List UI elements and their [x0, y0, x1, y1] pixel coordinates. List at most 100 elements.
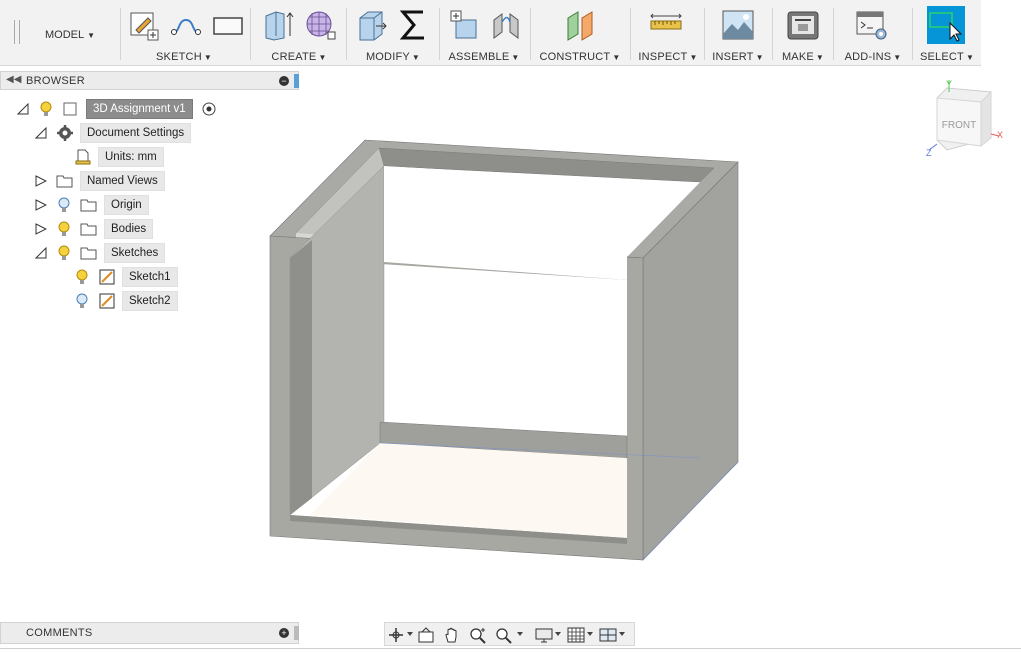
- measure-button[interactable]: [650, 8, 682, 42]
- tree-node-units[interactable]: Units: mm: [70, 147, 210, 167]
- chevron-down-icon[interactable]: [619, 632, 625, 636]
- select-menu[interactable]: SELECT ▼: [916, 51, 978, 63]
- tree-node-label[interactable]: Origin: [104, 195, 149, 215]
- construct-menu[interactable]: CONSTRUCT ▼: [536, 51, 624, 63]
- lightbulb-icon[interactable]: [40, 101, 52, 117]
- create-menu[interactable]: CREATE ▼: [256, 51, 342, 63]
- extrude-button[interactable]: [262, 8, 294, 42]
- insert-image-button[interactable]: [722, 8, 754, 42]
- addins-menu[interactable]: ADD-INS ▼: [838, 51, 908, 63]
- minus-icon[interactable]: −: [279, 76, 289, 86]
- lightbulb-icon[interactable]: [58, 221, 70, 237]
- inspect-menu[interactable]: INSPECT ▼: [636, 51, 700, 63]
- viewcube[interactable]: FRONT Y X Z: [925, 78, 1010, 160]
- form-button[interactable]: [304, 8, 336, 42]
- document-icon: [63, 102, 77, 116]
- chevron-down-icon[interactable]: [517, 632, 523, 636]
- tree-node-named-views[interactable]: Named Views: [32, 171, 232, 191]
- tree-node-root[interactable]: 3D Assignment v1: [14, 99, 254, 119]
- tree-node-sketch1[interactable]: Sketch1: [72, 267, 232, 287]
- workspace-label: MODEL: [45, 29, 85, 41]
- collapse-panel-icon[interactable]: ◀◀: [6, 74, 21, 85]
- lightbulb-off-icon[interactable]: [76, 293, 88, 309]
- collapsed-triangle-icon[interactable]: [35, 199, 47, 211]
- image-icon: [722, 10, 754, 40]
- tree-node-label[interactable]: Sketch1: [122, 267, 178, 287]
- sketch-menu[interactable]: SKETCH ▼: [122, 51, 246, 63]
- add-comment-icon[interactable]: +: [279, 628, 289, 638]
- 3d-print-button[interactable]: [787, 8, 819, 42]
- workspace-switcher[interactable]: MODEL ▼: [8, 0, 118, 65]
- lightbulb-icon[interactable]: [58, 245, 70, 261]
- expanded-triangle-icon[interactable]: [35, 127, 47, 139]
- x-axis-label: X: [997, 130, 1003, 140]
- tree-node-label[interactable]: Document Settings: [80, 123, 192, 143]
- pin-icon[interactable]: [294, 626, 299, 640]
- sketch-icon: [99, 293, 115, 309]
- activate-radio-icon[interactable]: [202, 101, 220, 117]
- tree-node-origin[interactable]: Origin: [32, 195, 232, 215]
- grid-icon: [567, 627, 585, 643]
- tree-node-sketch2[interactable]: Sketch2: [72, 291, 232, 311]
- modify-menu[interactable]: MODIFY ▼: [350, 51, 436, 63]
- status-divider: [0, 648, 1021, 649]
- joint-icon: [493, 13, 519, 39]
- lightbulb-off-icon[interactable]: [58, 197, 70, 213]
- viewports-icon: [599, 628, 617, 642]
- create-sketch-button[interactable]: [128, 8, 160, 42]
- insert-menu[interactable]: INSERT ▼: [708, 51, 768, 63]
- monitor-icon: [535, 628, 553, 643]
- new-component-button[interactable]: [448, 8, 480, 42]
- select-window-icon: [929, 12, 963, 42]
- chevron-down-icon[interactable]: [587, 632, 593, 636]
- tree-node-label[interactable]: Bodies: [104, 219, 154, 239]
- expanded-triangle-icon[interactable]: [35, 247, 47, 259]
- orbit-button[interactable]: [387, 626, 405, 644]
- tree-node-document-settings[interactable]: Document Settings: [32, 123, 232, 143]
- rectangle-sketch-button[interactable]: [212, 8, 244, 42]
- chevron-down-icon[interactable]: [555, 632, 561, 636]
- offset-plane-button[interactable]: [564, 8, 596, 42]
- browser-title: BROWSER: [26, 75, 85, 87]
- y-axis-label: Y: [946, 79, 952, 89]
- form-icon: [306, 11, 336, 40]
- display-settings-button[interactable]: [535, 626, 553, 644]
- line-sketch-button[interactable]: [170, 8, 202, 42]
- tree-node-label[interactable]: Units: mm: [98, 147, 164, 167]
- look-at-button[interactable]: [417, 626, 435, 644]
- gear-icon: [57, 125, 73, 141]
- zoom-button[interactable]: [469, 626, 487, 644]
- press-pull-button[interactable]: [356, 8, 388, 42]
- addins-group: ADD-INS ▼: [838, 0, 908, 65]
- make-menu[interactable]: MAKE ▼: [776, 51, 830, 63]
- collapsed-triangle-icon[interactable]: [35, 175, 47, 187]
- chevron-down-icon[interactable]: [407, 632, 413, 636]
- assemble-menu[interactable]: ASSEMBLE ▼: [444, 51, 524, 63]
- scripts-addins-button[interactable]: [856, 8, 888, 42]
- lightbulb-icon[interactable]: [76, 269, 88, 285]
- viewports-button[interactable]: [599, 626, 617, 644]
- tree-node-label[interactable]: Sketch2: [122, 291, 178, 311]
- select-button[interactable]: [927, 6, 965, 44]
- tree-node-label[interactable]: Sketches: [104, 243, 166, 263]
- compute-all-button[interactable]: [398, 8, 430, 42]
- model-viewport[interactable]: [250, 130, 750, 570]
- tree-node-label[interactable]: Named Views: [80, 171, 165, 191]
- pan-button[interactable]: [443, 626, 461, 644]
- toolbar-gripper[interactable]: [14, 20, 20, 44]
- grid-settings-button[interactable]: [567, 626, 585, 644]
- new-component-icon: [450, 10, 477, 39]
- offset-plane-icon: [567, 11, 593, 41]
- folder-icon: [56, 175, 73, 188]
- expanded-triangle-icon[interactable]: [17, 103, 29, 115]
- joint-button[interactable]: [490, 8, 522, 42]
- pin-icon[interactable]: [294, 74, 299, 88]
- assemble-group: ASSEMBLE ▼: [444, 0, 524, 65]
- collapsed-triangle-icon[interactable]: [35, 223, 47, 235]
- tree-node-label[interactable]: 3D Assignment v1: [86, 99, 193, 119]
- orbit-icon: [389, 628, 403, 642]
- tree-node-bodies[interactable]: Bodies: [32, 219, 232, 239]
- fit-button[interactable]: [495, 626, 513, 644]
- viewcube-face-label[interactable]: FRONT: [942, 120, 976, 131]
- tree-node-sketches[interactable]: Sketches: [32, 243, 232, 263]
